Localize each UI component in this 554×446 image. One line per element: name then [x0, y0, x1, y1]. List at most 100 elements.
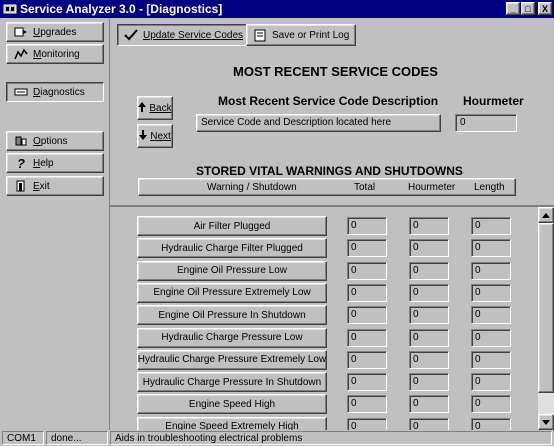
status-port: COM1: [2, 431, 44, 445]
arrow-up-icon: [542, 209, 550, 221]
sidebar-item-diagnostics[interactable]: Diagnostics: [6, 82, 104, 102]
warning-button[interactable]: Engine Oil Pressure In Shutdown: [137, 305, 327, 326]
hourmeter-field: 0: [455, 114, 517, 132]
app-icon[interactable]: [3, 2, 17, 16]
vital-column-header: Warning / Shutdown Total Hourmeter Lengt…: [138, 178, 516, 196]
vital-heading: STORED VITAL WARNINGS AND SHUTDOWNS: [196, 164, 463, 178]
total-value: 0: [347, 417, 387, 430]
status-message: Aids in troubleshooting electrical probl…: [110, 431, 552, 445]
length-value: 0: [471, 350, 511, 369]
vertical-scrollbar[interactable]: [538, 207, 554, 430]
scroll-up-button[interactable]: [538, 207, 554, 223]
table-row: Engine Oil Pressure In Shutdown 0 0 0: [110, 305, 530, 327]
update-service-codes-button[interactable]: Update Service Codes: [117, 24, 251, 46]
sidebar-item-label: Exit: [33, 180, 50, 192]
status-bar: COM1 done... Aids in troubleshooting ele…: [0, 430, 554, 446]
table-row: Engine Speed High 0 0 0: [110, 394, 530, 416]
length-value: 0: [471, 417, 511, 430]
length-value: 0: [471, 306, 511, 325]
hourmeter-value: 0: [409, 306, 449, 325]
hourmeter-value: 0: [409, 261, 449, 280]
total-value: 0: [347, 306, 387, 325]
service-code-description: Service Code and Description located her…: [196, 114, 441, 132]
checkmark-icon: [124, 28, 138, 42]
warning-button[interactable]: Engine Oil Pressure Low: [137, 260, 327, 281]
length-value: 0: [471, 328, 511, 347]
minimize-button[interactable]: _: [506, 2, 520, 15]
options-icon: [13, 134, 29, 148]
length-value: 0: [471, 217, 511, 235]
maximize-button[interactable]: □: [521, 2, 535, 15]
warning-button[interactable]: Air Filter Plugged: [137, 216, 327, 236]
table-row: Hydraulic Charge Pressure Low 0 0 0: [110, 327, 530, 350]
back-button[interactable]: Back: [137, 96, 173, 120]
sidebar-item-exit[interactable]: Exit: [6, 176, 104, 196]
table-row: Engine Speed Extremely High 0 0 0: [110, 416, 530, 430]
warning-button[interactable]: Hydraulic Charge Pressure Low: [137, 327, 327, 348]
close-button[interactable]: X: [538, 2, 552, 15]
total-value: 0: [347, 373, 387, 392]
sidebar-item-options[interactable]: Options: [6, 131, 104, 151]
warning-button[interactable]: Engine Speed High: [137, 394, 327, 415]
hourmeter-value: 0: [409, 283, 449, 302]
description-header: Most Recent Service Code Description: [218, 94, 439, 108]
table-row: Engine Oil Pressure Extremely Low 0 0 0: [110, 282, 530, 305]
total-value: 0: [347, 395, 387, 414]
table-row: Hydraulic Charge Filter Plugged 0 0 0: [110, 238, 530, 260]
title-bar[interactable]: Service Analyzer 3.0 - [Diagnostics] _ □…: [0, 0, 554, 18]
arrow-up-icon: [138, 101, 147, 115]
hourmeter-value: 0: [409, 239, 449, 258]
table-row: Hydraulic Charge Pressure Extremely Low 0…: [110, 349, 530, 372]
status-state: done...: [46, 431, 108, 445]
hourmeter-value: 0: [409, 373, 449, 392]
upgrades-icon: [13, 25, 29, 39]
save-label: Save or Print Log: [272, 29, 350, 41]
warning-button[interactable]: Engine Speed Extremely High: [137, 416, 327, 430]
sidebar-item-label: Upgrades: [33, 26, 77, 38]
update-label: Update Service Codes: [143, 29, 244, 41]
sidebar-item-help[interactable]: ? Help: [6, 153, 104, 173]
warning-button[interactable]: Hydraulic Charge Filter Plugged: [137, 238, 327, 259]
recent-heading: MOST RECENT SERVICE CODES: [233, 64, 438, 79]
table-row: Hydraulic Charge Pressure In Shutdown 0 0 0: [110, 372, 530, 394]
table-row: Engine Oil Pressure Low 0 0 0: [110, 260, 530, 283]
sidebar-item-label: Diagnostics: [33, 86, 85, 98]
length-value: 0: [471, 373, 511, 392]
total-value: 0: [347, 239, 387, 258]
total-value: 0: [347, 283, 387, 302]
window-title: Service Analyzer 3.0 - [Diagnostics]: [20, 2, 223, 16]
length-value: 0: [471, 395, 511, 414]
exit-icon: [13, 179, 29, 193]
sidebar-item-monitoring[interactable]: Monitoring: [6, 44, 104, 64]
document-icon: [253, 28, 267, 42]
sidebar-item-label: Monitoring: [33, 48, 80, 60]
column-total: Total: [354, 181, 376, 193]
hourmeter-value: 0: [409, 328, 449, 347]
scroll-down-button[interactable]: [538, 414, 554, 430]
sidebar-item-upgrades[interactable]: Upgrades: [6, 22, 104, 42]
vital-list[interactable]: Air Filter Plugged 0 0 0 Hydraulic Charge Fi…: [110, 205, 554, 430]
sidebar-item-label: Help: [33, 157, 54, 169]
length-value: 0: [471, 283, 511, 302]
table-row: Air Filter Plugged 0 0 0: [110, 216, 530, 238]
next-button[interactable]: Next: [137, 124, 173, 148]
warning-button[interactable]: Hydraulic Charge Pressure In Shutdown: [137, 372, 327, 393]
arrow-down-icon: [139, 129, 148, 143]
total-value: 0: [347, 261, 387, 280]
diagnostics-icon: [13, 85, 29, 99]
monitoring-icon: [13, 47, 29, 61]
back-label: Back: [149, 102, 172, 114]
hourmeter-value: 0: [409, 417, 449, 430]
arrow-down-icon: [542, 416, 550, 428]
hourmeter-value: 0: [409, 217, 449, 235]
scroll-thumb[interactable]: [538, 223, 554, 393]
toolbar: Update Service Codes Save or Print Log: [111, 18, 554, 56]
length-value: 0: [471, 261, 511, 280]
warning-button[interactable]: Engine Oil Pressure Extremely Low: [137, 282, 327, 303]
warning-button[interactable]: Hydraulic Charge Pressure Extremely Low: [137, 349, 327, 370]
save-print-log-button[interactable]: Save or Print Log: [246, 24, 357, 46]
total-value: 0: [347, 350, 387, 369]
help-icon: ?: [17, 155, 25, 171]
sidebar: Upgrades Monitoring Diagnostics Options …: [0, 18, 110, 430]
total-value: 0: [347, 328, 387, 347]
